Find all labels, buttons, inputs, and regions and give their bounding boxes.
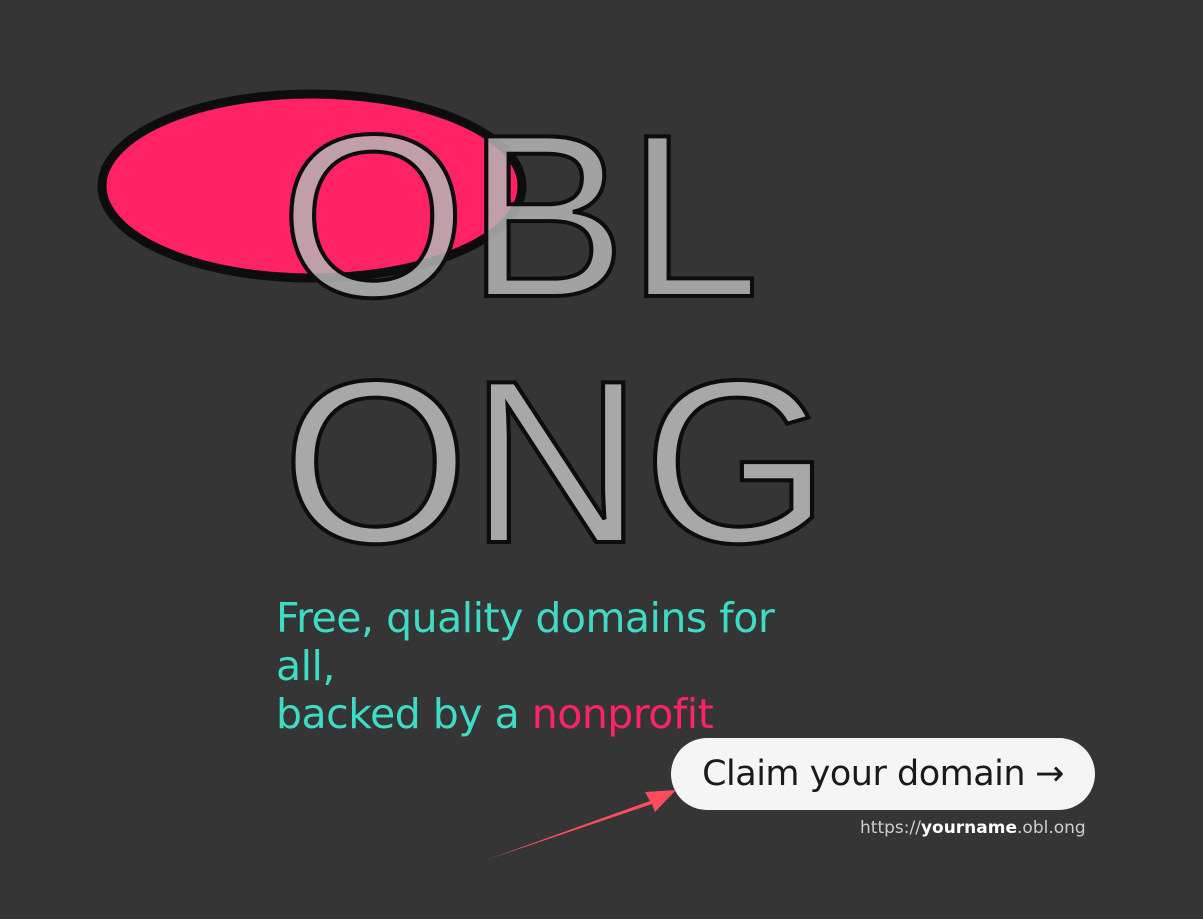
arrow-right-icon: → — [1035, 754, 1064, 794]
url-suffix: .obl.ong — [1017, 818, 1086, 838]
nonprofit-highlight: nonprofit — [531, 690, 714, 738]
example-url-hint: https://yourname.obl.ong — [860, 818, 1100, 838]
tagline-line-1: Free, quality domains for — [276, 594, 775, 642]
claim-domain-button[interactable]: Claim your domain → — [671, 738, 1095, 810]
oblong-logo: OBL ONG — [97, 85, 832, 594]
claim-domain-label: Claim your domain — [702, 754, 1026, 794]
tagline-line-3: backed by a nonprofit — [276, 690, 876, 738]
tagline: Free, quality domains for all, backed by… — [276, 594, 876, 738]
tagline-line-3-prefix: backed by a — [276, 690, 532, 738]
url-prefix: https:// — [860, 818, 921, 838]
url-name: yourname — [920, 818, 1018, 838]
tagline-line-2: all, — [276, 642, 335, 690]
logo-line-1: OBL — [280, 87, 760, 346]
annotation-arrow-shape — [486, 790, 676, 860]
logo-line-2: ONG — [282, 333, 830, 592]
